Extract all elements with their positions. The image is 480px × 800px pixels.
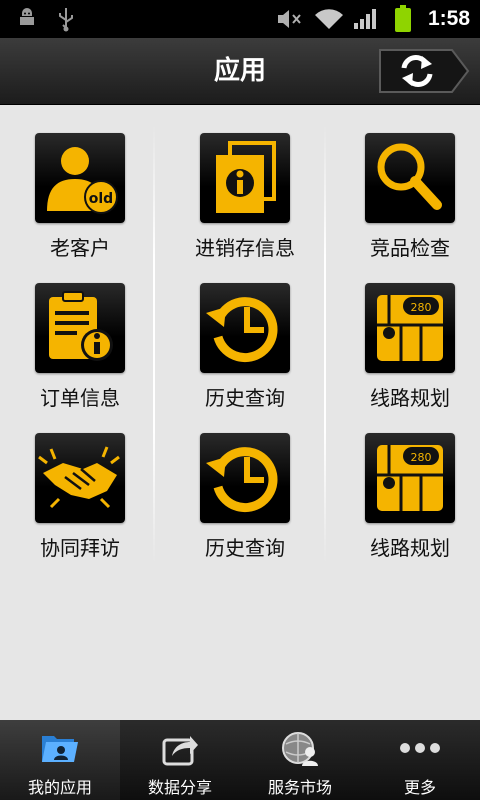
my-apps-folder-icon	[42, 736, 78, 762]
order-info-icon	[35, 283, 125, 373]
status-bar: 1:58	[0, 0, 480, 38]
tab-label: 数据分享	[147, 778, 212, 797]
svg-text:old: old	[89, 191, 113, 207]
svg-text:280: 280	[411, 301, 432, 314]
search-icon	[365, 133, 455, 223]
share-icon	[162, 736, 198, 766]
history-icon	[200, 433, 290, 523]
android-debug-icon	[12, 0, 42, 38]
app-label: 线路规划	[370, 536, 450, 560]
usb-icon	[52, 0, 80, 38]
refresh-button[interactable]	[376, 48, 470, 94]
app-order-info[interactable]: 订单信息	[0, 254, 160, 410]
more-icon	[400, 743, 440, 753]
tab-data-share[interactable]: 数据分享	[120, 720, 240, 800]
app-history-query[interactable]: 历史查询	[165, 254, 325, 410]
battery-icon	[392, 0, 414, 38]
status-time: 1:58	[427, 7, 470, 30]
app-label: 历史查询	[205, 536, 285, 560]
history-icon	[200, 283, 290, 373]
route-map-icon: 280	[365, 283, 455, 373]
tab-label: 服务市场	[267, 778, 332, 797]
app-label: 协同拜访	[40, 536, 120, 560]
wifi-icon	[312, 0, 346, 38]
app-competitor-check[interactable]: 竞品检查	[330, 104, 480, 260]
app-joint-visit[interactable]: 协同拜访	[0, 404, 160, 560]
tab-service-market[interactable]: 服务市场	[240, 720, 360, 800]
bottom-tab-bar: 我的应用 数据分享 服务市场 更多	[0, 720, 480, 800]
app-route-planning[interactable]: 280 线路规划	[330, 404, 480, 560]
tab-more[interactable]: 更多	[360, 720, 480, 800]
app-route-planning[interactable]: 280 线路规划	[330, 254, 480, 410]
app-old-customer[interactable]: old 老客户	[0, 104, 160, 260]
header-bar: 应用	[0, 38, 480, 105]
app-inventory-info[interactable]: 进销存信息	[165, 104, 325, 260]
app-history-query[interactable]: 历史查询	[165, 404, 325, 560]
tab-label: 我的应用	[27, 778, 92, 797]
mute-icon	[274, 0, 304, 38]
tab-label: 更多	[403, 778, 436, 797]
route-map-icon: 280	[365, 433, 455, 523]
tab-my-apps[interactable]: 我的应用	[0, 720, 120, 800]
old-customer-icon: old	[35, 133, 125, 223]
inventory-info-icon	[200, 133, 290, 223]
handshake-icon	[35, 433, 125, 523]
signal-icon	[352, 0, 380, 38]
service-market-icon	[282, 732, 318, 766]
svg-text:280: 280	[411, 451, 432, 464]
